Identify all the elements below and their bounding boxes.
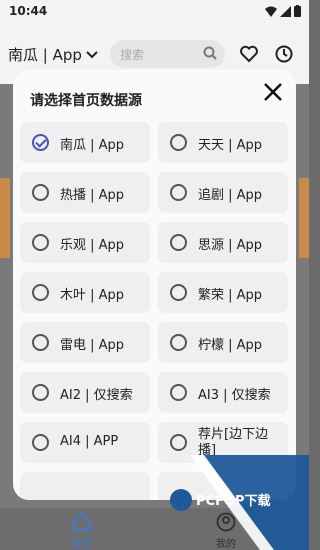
option-item[interactable]: 繁荣 | App (158, 272, 288, 313)
option-item[interactable]: 乐观 | App (20, 222, 150, 263)
option-label: 追剧 | App (198, 188, 263, 203)
radio-icon (32, 284, 49, 301)
radio-icon (32, 134, 49, 151)
radio-icon (32, 234, 49, 251)
radio-icon (170, 134, 187, 151)
radio-icon (170, 284, 187, 301)
source-label: 南瓜 | App (8, 46, 82, 64)
radio-icon (170, 384, 187, 401)
option-label: 南瓜 | App (60, 138, 125, 153)
radio-icon (170, 334, 187, 351)
home-icon (73, 512, 91, 531)
option-label: 木叶 | App (60, 288, 125, 303)
radio-icon (32, 384, 49, 401)
option-item[interactable]: AI4 | APP (20, 422, 150, 463)
option-label: 繁荣 | App (198, 288, 263, 303)
content-thumbnail (299, 178, 309, 258)
radio-icon (170, 184, 187, 201)
signal-icon (280, 5, 291, 17)
option-label: AI4 | APP (60, 434, 119, 449)
status-time: 10:44 (9, 4, 48, 18)
option-label: 天天 | App (198, 138, 263, 153)
option-label: 思源 | App (198, 238, 263, 253)
source-dialog: 请选择首页数据源 南瓜 | App 天天 | App 热播 | App 追剧 |… (13, 70, 296, 500)
status-bar: 10:44 (0, 0, 309, 24)
battery-icon (294, 5, 301, 17)
option-label: 热播 | App (60, 188, 125, 203)
option-item[interactable]: 柠檬 | App (158, 322, 288, 363)
wifi-icon (265, 6, 277, 17)
option-item[interactable]: AI3 | 仅搜索 (158, 372, 288, 413)
option-item[interactable] (20, 472, 150, 500)
search-icon (203, 46, 217, 60)
option-label: 乐观 | App (60, 238, 125, 253)
radio-icon (32, 334, 49, 351)
option-label: 柠檬 | App (198, 338, 263, 353)
radio-icon (170, 234, 187, 251)
option-item[interactable]: AI2 | 仅搜索 (20, 372, 150, 413)
nav-home[interactable]: 首页 (52, 512, 112, 550)
source-selector[interactable]: 南瓜 | App (8, 44, 98, 65)
search-placeholder: 搜索 (120, 48, 145, 62)
option-item[interactable]: 南瓜 | App (20, 122, 150, 163)
heart-icon[interactable] (239, 44, 259, 64)
dialog-title: 请选择首页数据源 (30, 93, 142, 109)
option-label: AI2 | 仅搜索 (60, 388, 133, 403)
history-icon[interactable] (274, 44, 294, 64)
chevron-down-icon (86, 50, 98, 58)
status-icons (265, 5, 301, 17)
option-label: AI3 | 仅搜索 (198, 388, 271, 403)
option-item[interactable]: 思源 | App (158, 222, 288, 263)
search-input[interactable]: 搜索 (110, 40, 225, 68)
radio-icon (32, 184, 49, 201)
option-item[interactable]: 天天 | App (158, 122, 288, 163)
watermark-text: PCFQP下载 (196, 493, 271, 509)
option-item[interactable]: 追剧 | App (158, 172, 288, 213)
option-item[interactable]: 木叶 | App (20, 272, 150, 313)
option-item[interactable]: 热播 | App (20, 172, 150, 213)
option-item[interactable]: 雷电 | App (20, 322, 150, 363)
nav-home-label: 首页 (72, 539, 92, 550)
close-icon[interactable] (262, 81, 284, 103)
content-thumbnail (0, 178, 10, 258)
radio-icon (170, 434, 187, 451)
watermark-logo: PCFQP下载 (170, 455, 309, 550)
option-label: 雷电 | App (60, 338, 125, 353)
radio-icon (32, 434, 49, 451)
